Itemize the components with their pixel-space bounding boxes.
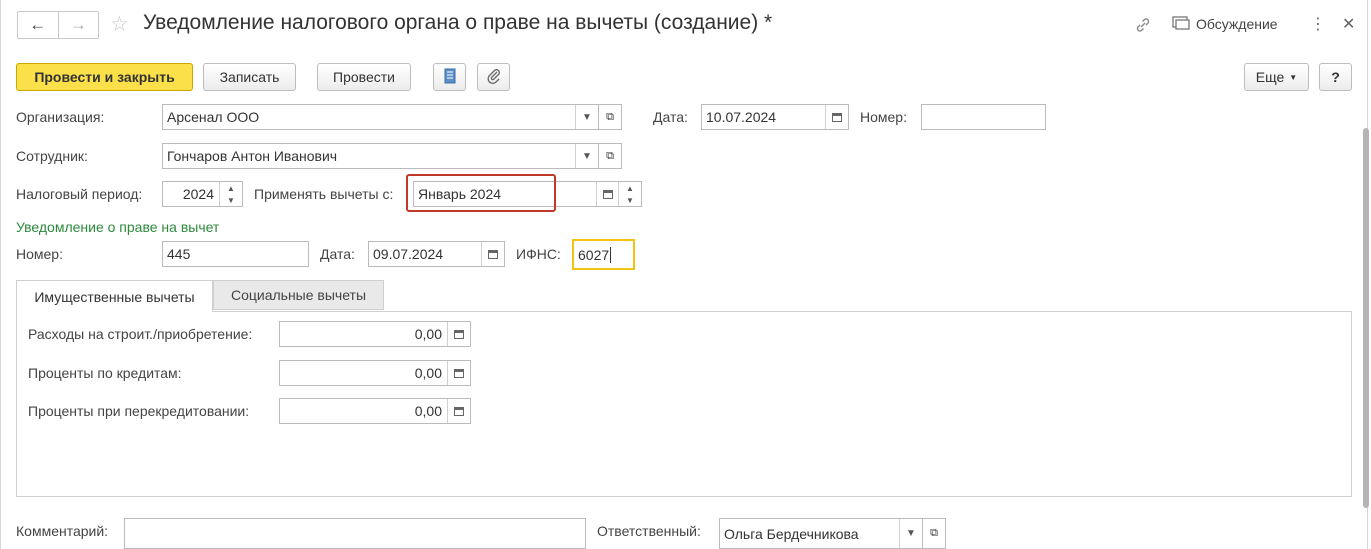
apply-from-spinner[interactable]: ▲ ▼ bbox=[618, 182, 641, 206]
scrollbar-thumb[interactable] bbox=[1363, 128, 1369, 508]
post-and-close-button[interactable]: Провести и закрыть bbox=[16, 63, 193, 91]
loan-interest-field[interactable]: 0,00 bbox=[279, 360, 471, 386]
open-window-icon: ⧉ bbox=[930, 527, 938, 539]
responsible-field[interactable]: Ольга Бердечникова ▼ bbox=[719, 518, 923, 549]
org-label: Организация: bbox=[16, 109, 105, 125]
post-button[interactable]: Провести bbox=[317, 63, 411, 91]
employee-dropdown-icon[interactable]: ▼ bbox=[575, 144, 598, 168]
deduction-label: Расходы на строит./приобретение: bbox=[28, 326, 253, 342]
document-list-icon bbox=[444, 68, 456, 87]
tab-social-deductions[interactable]: Социальные вычеты bbox=[213, 280, 384, 310]
highlight-frame bbox=[406, 174, 556, 212]
navigation-buttons: ← → bbox=[17, 11, 99, 39]
notice-date-value: 09.07.2024 bbox=[373, 246, 444, 262]
forward-button[interactable]: → bbox=[57, 12, 99, 38]
calculator-icon[interactable] bbox=[447, 322, 470, 346]
tax-period-label: Налоговый период: bbox=[16, 186, 143, 202]
save-button[interactable]: Записать bbox=[203, 63, 296, 91]
org-field[interactable]: Арсенал ООО ▼ bbox=[162, 104, 599, 130]
ifns-label: ИФНС: bbox=[516, 246, 561, 262]
apply-from-label: Применять вычеты с: bbox=[254, 186, 394, 202]
employee-field[interactable]: Гончаров Антон Иванович ▼ bbox=[162, 143, 599, 169]
more-actions-label: Еще bbox=[1255, 69, 1285, 85]
calendar-icon[interactable] bbox=[825, 105, 848, 129]
deduction-label: Проценты при перекредитовании: bbox=[28, 403, 250, 419]
responsible-dropdown-icon[interactable]: ▼ bbox=[899, 519, 922, 548]
vertical-scrollbar[interactable] bbox=[1362, 118, 1370, 538]
comment-label: Комментарий: bbox=[16, 523, 109, 539]
link-icon[interactable] bbox=[1133, 15, 1153, 39]
help-button[interactable]: ? bbox=[1319, 63, 1352, 91]
date-label: Дата: bbox=[653, 109, 688, 125]
ifns-value: 6027 bbox=[578, 246, 610, 263]
tax-period-spinner[interactable]: ▲ ▼ bbox=[219, 182, 242, 206]
attach-files-button[interactable] bbox=[477, 63, 510, 91]
more-menu-icon[interactable]: ⋮ bbox=[1310, 14, 1326, 34]
more-actions-button[interactable]: Еще ▼ bbox=[1244, 63, 1309, 91]
page-title: Уведомление налогового органа о праве на… bbox=[143, 11, 773, 34]
deduction-value: 0,00 bbox=[414, 365, 442, 381]
org-value: Арсенал ООО bbox=[167, 109, 260, 125]
construction-expenses-field[interactable]: 0,00 bbox=[279, 321, 471, 347]
notice-number-field[interactable]: 445 bbox=[162, 241, 309, 267]
favorite-star-icon[interactable]: ☆ bbox=[110, 12, 129, 37]
responsible-value: Ольга Бердечникова bbox=[724, 525, 859, 542]
org-dropdown-icon[interactable]: ▼ bbox=[575, 105, 598, 129]
notice-number-label: Номер: bbox=[16, 246, 63, 262]
number-field[interactable] bbox=[921, 104, 1046, 130]
date-value: 10.07.2024 bbox=[706, 109, 777, 125]
employee-label: Сотрудник: bbox=[16, 148, 88, 164]
close-icon[interactable]: ✕ bbox=[1342, 14, 1355, 34]
open-window-icon: ⧉ bbox=[606, 149, 614, 162]
responsible-open-button[interactable]: ⧉ bbox=[922, 518, 946, 549]
tax-period-field[interactable]: 2024 ▲ ▼ bbox=[162, 181, 243, 207]
discussion-link[interactable]: Обсуждение bbox=[1196, 16, 1278, 32]
paperclip-icon bbox=[487, 68, 501, 87]
number-label: Номер: bbox=[860, 109, 907, 125]
comment-field[interactable] bbox=[124, 518, 586, 549]
notice-date-label: Дата: bbox=[320, 246, 355, 262]
ifns-field[interactable]: 6027 bbox=[572, 239, 635, 270]
tax-period-value: 2024 bbox=[182, 186, 214, 202]
notice-section-title: Уведомление о праве на вычет bbox=[16, 219, 220, 235]
calendar-icon[interactable] bbox=[596, 182, 619, 206]
employee-open-button[interactable]: ⧉ bbox=[598, 143, 622, 169]
deduction-label: Проценты по кредитам: bbox=[28, 365, 182, 381]
refinancing-interest-field[interactable]: 0,00 bbox=[279, 398, 471, 424]
open-window-icon: ⧉ bbox=[606, 110, 614, 123]
date-field[interactable]: 10.07.2024 bbox=[701, 104, 849, 130]
responsible-label: Ответственный: bbox=[597, 523, 701, 539]
calculator-icon[interactable] bbox=[447, 399, 470, 423]
back-button[interactable]: ← bbox=[18, 12, 58, 38]
org-open-button[interactable]: ⧉ bbox=[598, 104, 622, 130]
deduction-value: 0,00 bbox=[414, 403, 442, 419]
notice-date-field[interactable]: 09.07.2024 bbox=[368, 241, 505, 267]
discussion-icon[interactable] bbox=[1171, 15, 1193, 33]
employee-value: Гончаров Антон Иванович bbox=[167, 148, 338, 164]
print-report-button[interactable] bbox=[433, 63, 466, 91]
deduction-value: 0,00 bbox=[414, 326, 442, 342]
chevron-down-icon: ▼ bbox=[1289, 72, 1298, 82]
calculator-icon[interactable] bbox=[447, 361, 470, 385]
calendar-icon[interactable] bbox=[481, 242, 504, 266]
tab-property-deductions[interactable]: Имущественные вычеты bbox=[16, 280, 213, 312]
